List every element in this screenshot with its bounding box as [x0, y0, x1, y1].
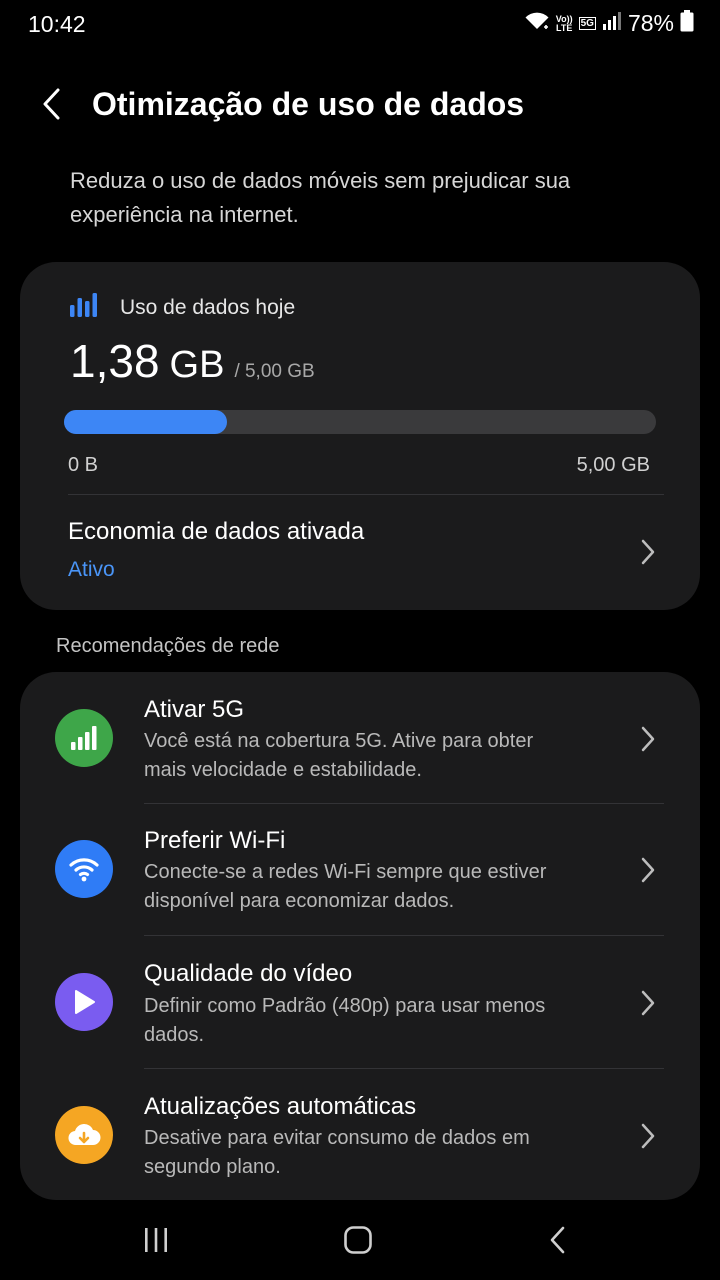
chevron-right-icon [636, 855, 660, 885]
recommendation-title: Atualizações automáticas [144, 1093, 417, 1120]
back-button[interactable] [30, 84, 74, 128]
signal-icon [602, 11, 622, 36]
page-title: Otimização de uso de dados [92, 86, 525, 122]
recommendation-item-wifi[interactable]: Preferir Wi-Fi Conecte-se a redes Wi-Fi … [20, 804, 700, 936]
usage-amount: 1,38 GB / 5,00 GB [70, 334, 315, 388]
volte-bottom-text: LTE [556, 22, 573, 33]
screen: 10:42 Vo)) LTE 5G 78% Otimização de uso … [0, 0, 720, 1280]
recommendation-description: Conecte-se a redes Wi-Fi sempre que esti… [144, 861, 547, 912]
divider [68, 494, 664, 495]
data-usage-card: Uso de dados hoje 1,38 GB / 5,00 GB 0 B … [20, 262, 700, 610]
recommendation-description: Desative para evitar consumo de dados em… [144, 1127, 530, 1178]
chevron-right-icon [636, 1121, 660, 1151]
range-min-label: 0 B [68, 454, 99, 476]
usage-limit: / 5,00 GB [234, 361, 315, 382]
recommendation-title: Preferir Wi-Fi [144, 827, 286, 854]
usage-label-row: Uso de dados hoje [70, 292, 295, 323]
5g-icon: 5G [578, 17, 596, 30]
chevron-right-icon [636, 988, 660, 1018]
navigation-bar [0, 1200, 720, 1280]
wifi-icon [55, 840, 113, 898]
range-max-label: 5,00 GB [576, 454, 650, 476]
page-description: Reduza o uso de dados móveis sem prejudi… [70, 168, 571, 227]
header: Otimização de uso de dados [0, 80, 720, 134]
battery-icon [680, 10, 694, 37]
usage-progress-fill [64, 410, 228, 434]
chevron-right-icon [636, 724, 660, 754]
recommendation-title: Ativar 5G [144, 696, 245, 723]
usage-progress-bar [64, 410, 656, 434]
recents-icon [141, 1226, 171, 1259]
home-icon [343, 1225, 373, 1260]
usage-label: Uso de dados hoje [120, 295, 296, 319]
home-button[interactable] [328, 1220, 388, 1264]
chevron-left-icon [41, 88, 63, 125]
volte-icon: Vo)) LTE [556, 14, 573, 33]
data-saver-status: Ativo [68, 558, 115, 581]
data-saver-row[interactable]: Economia de dados ativada Ativo [20, 496, 700, 608]
cloud-download-icon [55, 1106, 113, 1164]
recommendation-title: Qualidade do vídeo [144, 960, 353, 987]
recommendation-item-auto-updates[interactable]: Atualizações automáticas Desative para e… [20, 1069, 700, 1201]
wifi-icon [524, 11, 550, 36]
bar-chart-icon [70, 292, 98, 323]
signal-bars-icon [55, 709, 113, 767]
recommendations-card: Ativar 5G Você está na cobertura 5G. Ati… [20, 672, 700, 1200]
recents-button[interactable] [126, 1220, 186, 1264]
usage-unit: GB [169, 344, 225, 386]
recommendation-description: Você está na cobertura 5G. Ative para ob… [144, 730, 534, 781]
back-nav-button[interactable] [528, 1220, 588, 1264]
status-icons: Vo)) LTE 5G 78% [524, 10, 694, 37]
back-icon [548, 1225, 568, 1260]
play-icon [55, 973, 113, 1031]
data-saver-title: Economia de dados ativada [68, 518, 365, 545]
chevron-right-icon [636, 537, 660, 567]
section-header: Recomendações de rede [56, 635, 280, 657]
recommendation-description: Definir como Padrão (480p) para usar men… [144, 995, 546, 1046]
recommendation-item-5g[interactable]: Ativar 5G Você está na cobertura 5G. Ati… [20, 672, 700, 804]
usage-value: 1,38 [70, 335, 160, 387]
battery-percentage: 78% [627, 10, 674, 36]
status-bar: 10:42 Vo)) LTE 5G 78% [0, 0, 720, 50]
status-time: 10:42 [28, 11, 86, 37]
recommendation-item-video-quality[interactable]: Qualidade do vídeo Definir como Padrão (… [20, 936, 700, 1068]
